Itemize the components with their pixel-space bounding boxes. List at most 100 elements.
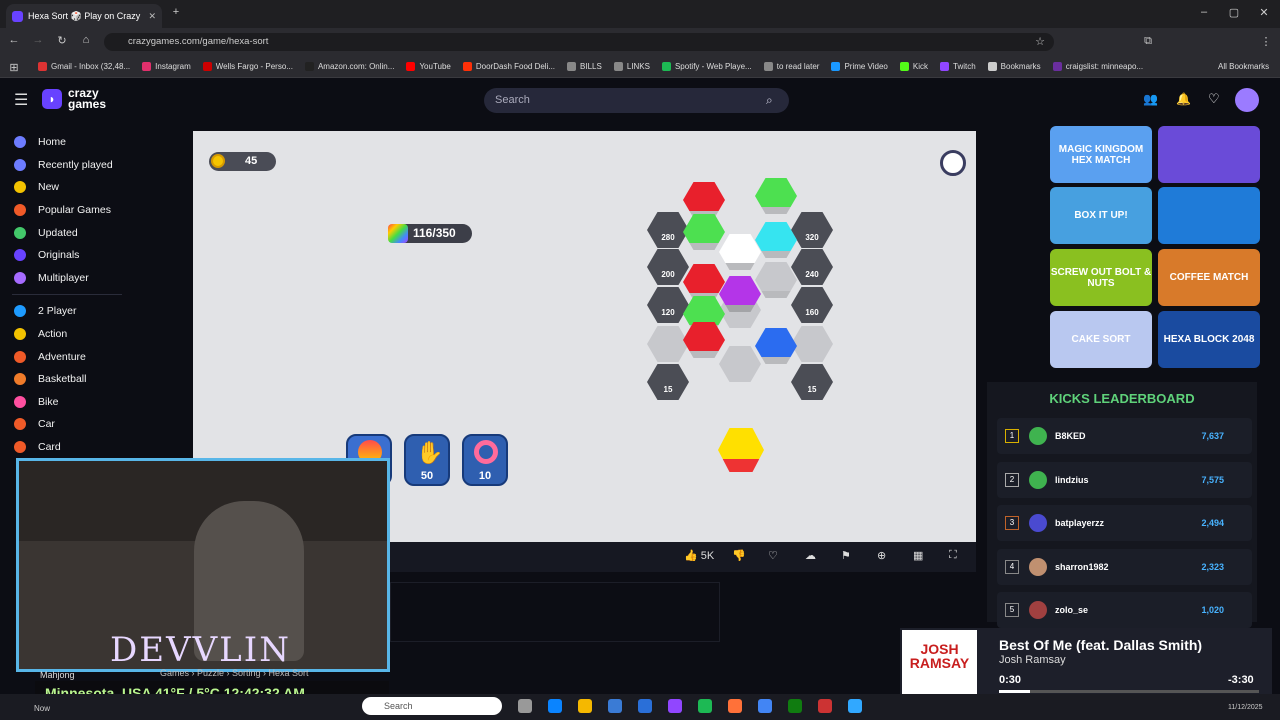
sidebar-item-recently-played[interactable]: Recently played [0,154,132,177]
back-button[interactable]: ← [6,34,22,46]
user-avatar[interactable] [1235,88,1259,112]
booster-hand[interactable]: ✋ 50 [404,434,450,486]
game-thumbnail[interactable]: MAGIC KINGDOM HEX MATCH [1050,126,1152,183]
bookmark-item[interactable]: YouTube [406,62,451,71]
taskbar-app-icon[interactable] [818,699,832,713]
favorites-heart-icon[interactable]: ♡ [1208,91,1220,107]
coin-icon [211,154,225,168]
game-thumbnail[interactable] [1158,187,1260,244]
maximize-button[interactable]: ▢ [1226,6,1242,19]
player-name: B8KED [1055,431,1086,441]
settings-gear-icon[interactable] [940,150,966,176]
bookmark-item[interactable]: Kick [899,62,928,71]
sidebar-item-2-player[interactable]: 2 Player [0,300,132,323]
close-window-button[interactable]: ✕ [1256,6,1272,19]
sidebar-icon [14,181,26,194]
sidebar-item-basketball[interactable]: Basketball [0,368,132,391]
sidebar-item-action[interactable]: Action [0,323,132,346]
friends-icon[interactable]: 👥 [1143,92,1158,106]
sidebar-item-popular-games[interactable]: Popular Games [0,199,132,222]
browser-tab[interactable]: Hexa Sort 🎲 Play on Crazy ✕ [6,4,162,28]
taskbar-app-icon[interactable] [638,699,652,713]
bookmark-item[interactable]: Prime Video [831,62,888,71]
forward-button[interactable]: → [30,34,46,46]
taskbar-app-icon[interactable] [848,699,862,713]
dislike-button[interactable]: 👎 [732,549,746,562]
game-thumbnail[interactable] [1158,126,1260,183]
tab-close-icon[interactable]: ✕ [148,11,156,22]
extensions-icon[interactable]: ⧉ [1140,35,1156,48]
fullscreen-icon[interactable]: ⛶ [949,549,957,562]
minimize-button[interactable]: – [1196,6,1212,18]
url-field[interactable]: crazygames.com/game/hexa-sort [104,33,1054,51]
notifications-bell-icon[interactable]: 🔔 [1176,92,1191,106]
taskbar-app-icon[interactable] [548,699,562,713]
bookmark-item[interactable]: Amazon.com: Onlin... [304,62,394,71]
home-button[interactable]: ⌂ [78,34,94,46]
controls-icon[interactable]: ⊕ [877,549,886,562]
bookmark-favicon-icon [304,62,314,71]
taskbar-app-icon[interactable] [578,699,592,713]
bookmark-label: Bookmarks [1000,62,1041,71]
new-tab-button[interactable]: + [168,6,184,18]
thumbnail-title: SCREW OUT BOLT & NUTS [1050,266,1152,289]
thumbnail-title: MAGIC KINGDOM HEX MATCH [1058,143,1144,166]
taskbar-app-icon[interactable] [518,699,532,713]
game-thumbnail[interactable]: SCREW OUT BOLT & NUTS [1050,249,1152,306]
sidebar-item-bike[interactable]: Bike [0,391,132,414]
bookmark-item[interactable]: Bookmarks [987,62,1041,71]
sidebar-item-adventure[interactable]: Adventure [0,345,132,368]
sidebar-item-card[interactable]: Card [0,436,132,459]
apps-grid-icon[interactable]: ⊞ [6,61,22,74]
bookmark-item[interactable]: to read later [763,62,819,71]
taskbar-app-icon[interactable] [758,699,772,713]
sidebar-item-originals[interactable]: Originals [0,244,132,267]
taskbar-app-icon[interactable] [698,699,712,713]
sidebar-divider [12,294,122,296]
taskbar-app-icon[interactable] [608,699,622,713]
game-thumbnail[interactable]: CAKE SORT [1050,311,1152,368]
bookmark-item[interactable]: craigslist: minneapo... [1052,62,1143,71]
like-button[interactable]: 👍 5K [684,549,714,562]
hamburger-menu-icon[interactable]: ☰ [14,90,28,110]
bookmark-star-icon[interactable]: ☆ [1032,35,1048,48]
browser-menu-icon[interactable]: ⋮ [1258,35,1274,48]
crazygames-logo[interactable]: ◗ crazy games [42,87,107,111]
sidebar-item-multiplayer[interactable]: Multiplayer [0,267,132,290]
taskbar-app-icon[interactable] [668,699,682,713]
bookmark-item[interactable]: Gmail - Inbox (32,48... [38,62,130,71]
player-score: 2,323 [1201,561,1224,572]
layout-icon[interactable]: ▦ [913,549,923,562]
bookmark-item[interactable]: BILLS [567,62,602,71]
cloud-save-icon[interactable]: ☁ [805,549,816,562]
bookmark-item[interactable]: Twitch [940,62,976,71]
logo-line2: games [68,97,107,111]
site-search-input[interactable]: Search [484,88,789,113]
search-icon[interactable]: ⌕ [766,93,773,108]
taskbar-app-icon[interactable] [788,699,802,713]
sidebar-item-home[interactable]: Home [0,131,132,154]
bookmark-label: Kick [912,62,928,71]
bookmark-item[interactable]: Instagram [142,62,191,71]
game-thumbnail[interactable]: HEXA BLOCK 2048 [1158,311,1260,368]
game-thumbnail[interactable]: BOX IT UP! [1050,187,1152,244]
booster-shuffle[interactable]: 10 [462,434,508,486]
taskbar-search[interactable]: Search [362,697,502,715]
game-thumbnail[interactable]: COFFEE MATCH [1158,249,1260,306]
sidebar-item-updated[interactable]: Updated [0,221,132,244]
report-icon[interactable]: ⚑ [841,549,851,562]
bookmark-item[interactable]: Spotify - Web Playe... [661,62,752,71]
bookmark-item[interactable]: LINKS [613,62,650,71]
bookmark-favicon-icon [202,62,212,71]
favorite-button[interactable]: ♡ [768,549,778,562]
mahjong-nav[interactable]: Mahjong [40,670,75,680]
sidebar-item-new[interactable]: New [0,176,132,199]
start-label[interactable]: Now [34,704,50,713]
reload-button[interactable]: ↻ [54,34,70,47]
taskbar-date: 11/12/2025 [1228,704,1263,711]
bookmark-item[interactable]: Wells Fargo - Perso... [202,62,293,71]
sidebar-item-car[interactable]: Car [0,413,132,436]
all-bookmarks[interactable]: All Bookmarks [1218,62,1269,71]
bookmark-item[interactable]: DoorDash Food Deli... [462,62,555,71]
taskbar-app-icon[interactable] [728,699,742,713]
